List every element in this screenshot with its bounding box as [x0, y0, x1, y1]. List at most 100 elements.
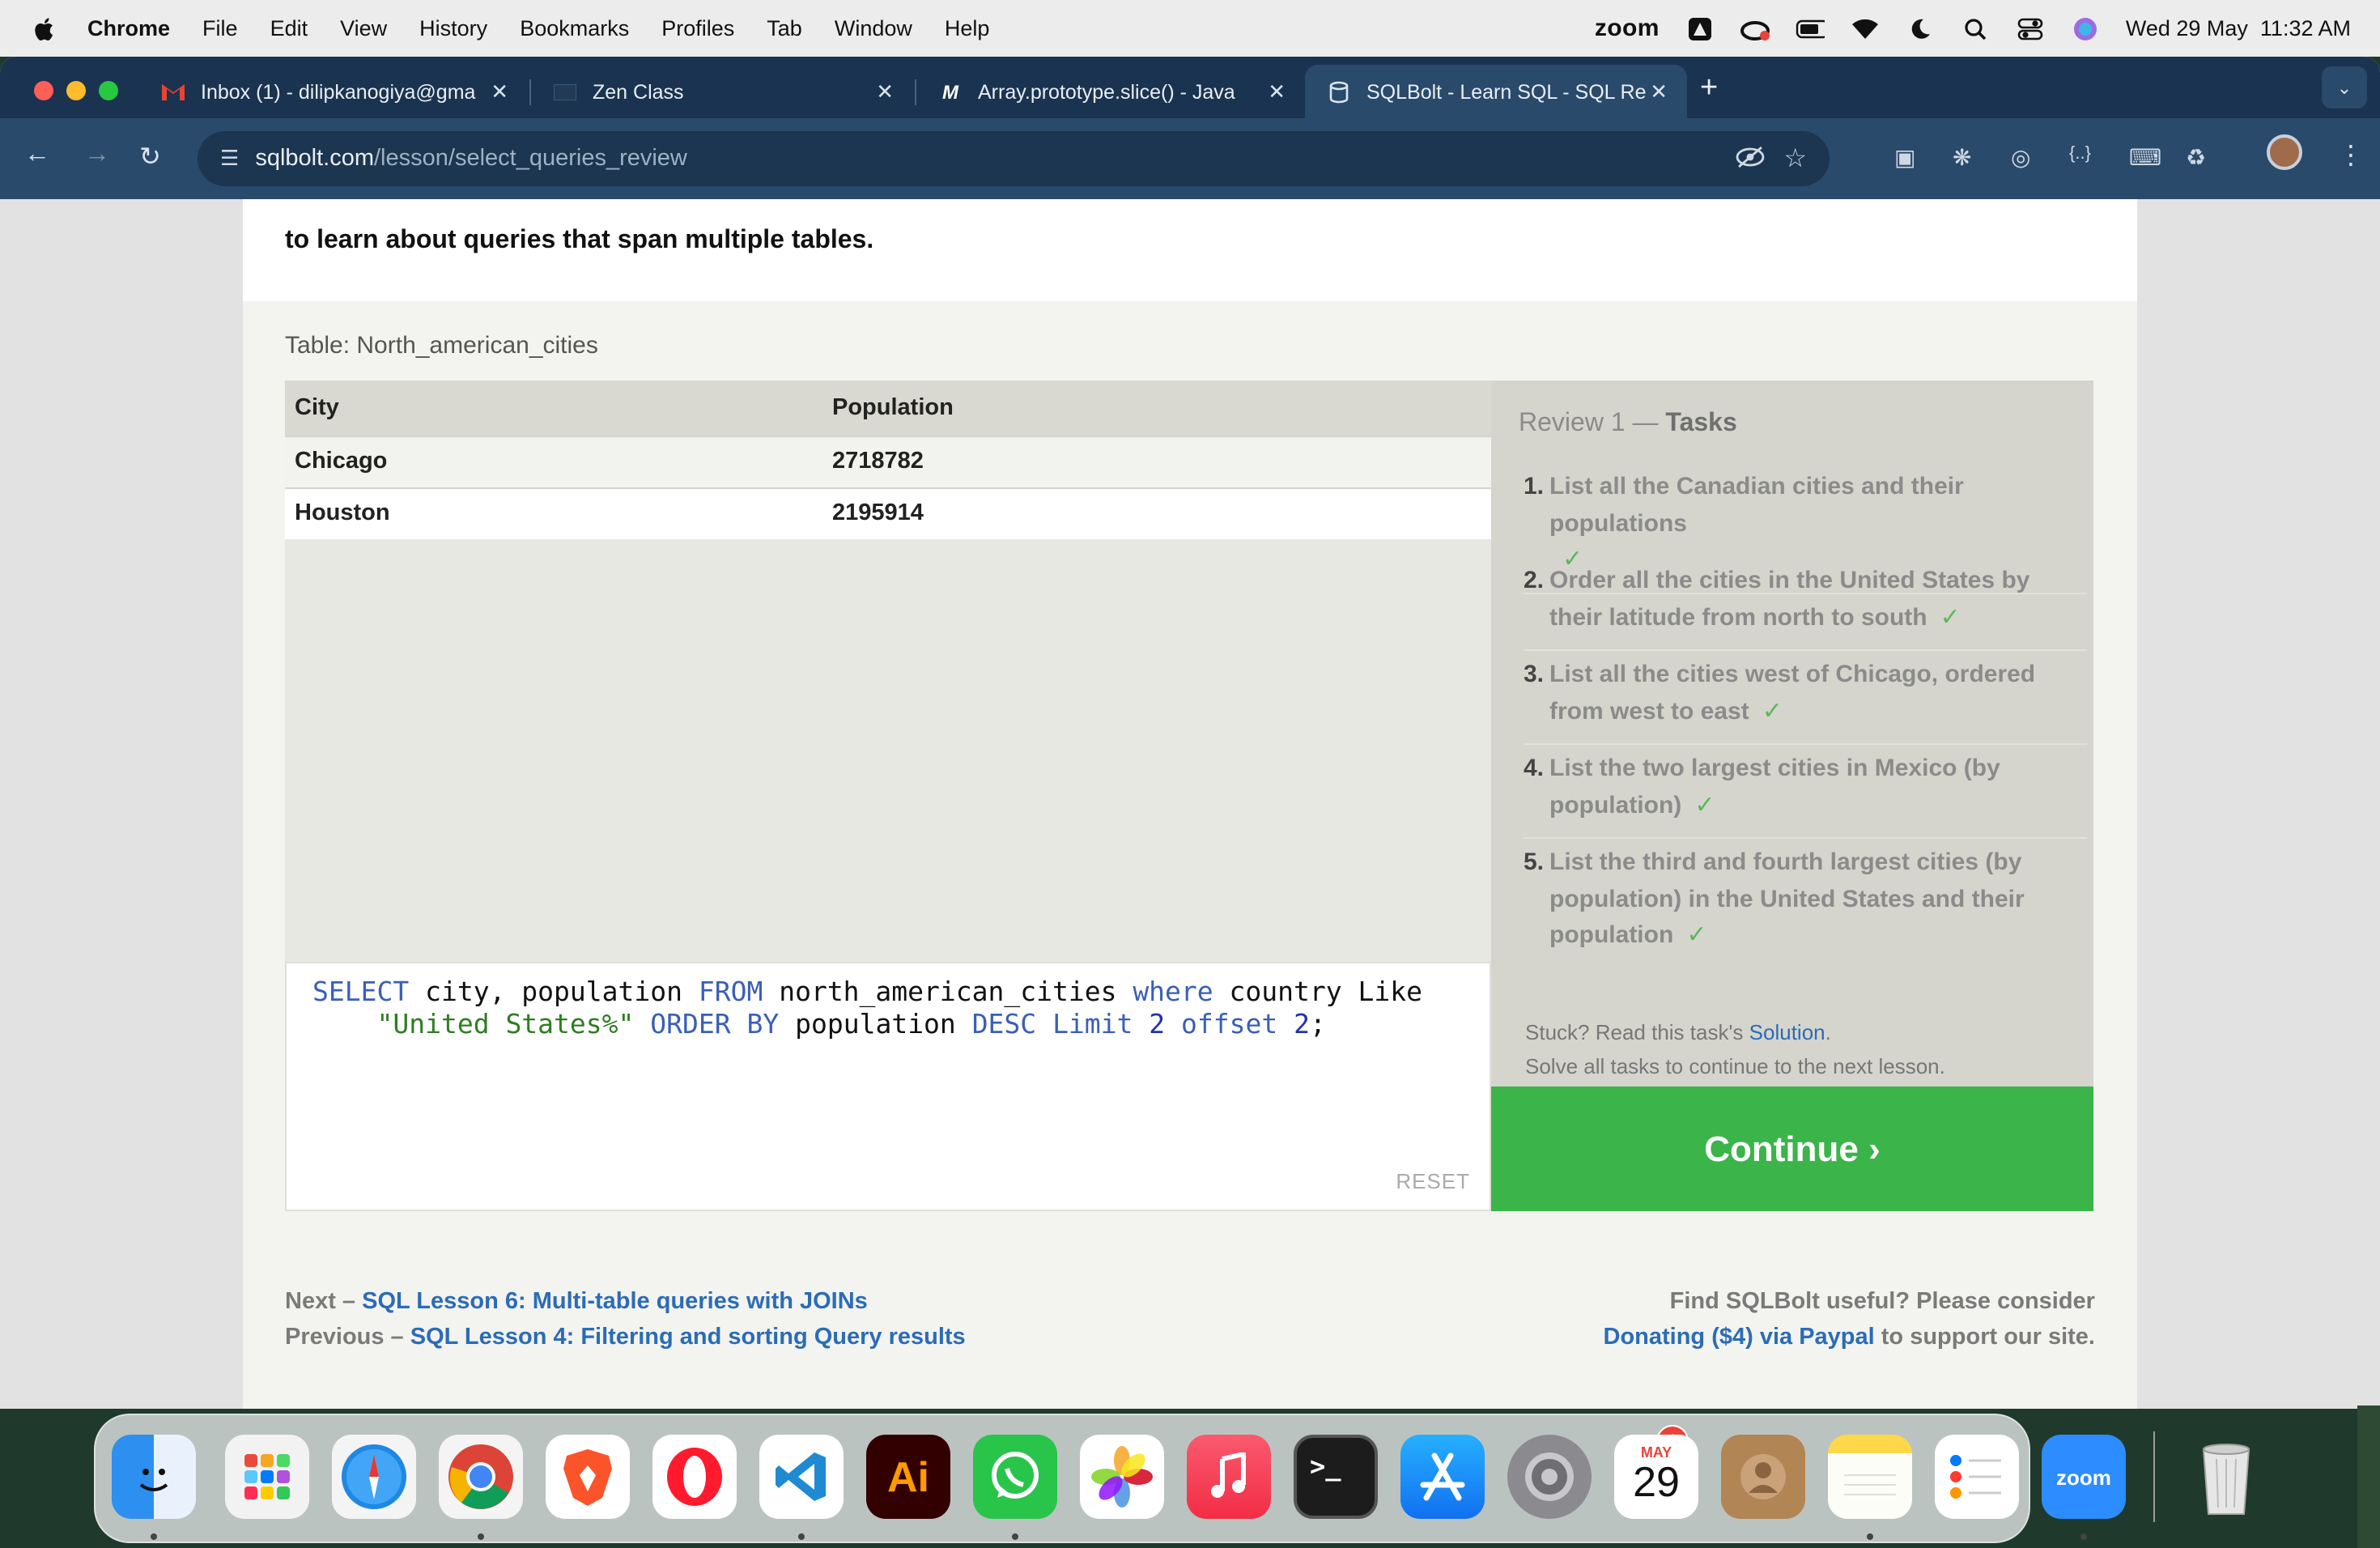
sql-keyword: FROM: [698, 976, 763, 1007]
reset-button[interactable]: RESET: [1396, 1169, 1470, 1193]
menu-view[interactable]: View: [340, 16, 387, 40]
solution-link[interactable]: Solution: [1749, 1020, 1825, 1044]
brave-icon[interactable]: [546, 1435, 630, 1519]
css-extension-icon[interactable]: ⌨: [2129, 144, 2161, 172]
sql-editor[interactable]: SELECT city, population FROM north_ameri…: [285, 962, 1491, 1211]
reminders-icon[interactable]: [1935, 1435, 2019, 1519]
menu-profiles[interactable]: Profiles: [661, 16, 734, 40]
camera-extension-icon[interactable]: ▣: [1894, 144, 1915, 172]
menu-history[interactable]: History: [419, 16, 487, 40]
spotlight-icon[interactable]: [1961, 15, 1990, 41]
safari-icon[interactable]: [332, 1435, 416, 1519]
donate-link[interactable]: Donating ($4) via Paypal: [1604, 1325, 1875, 1350]
checkmark-icon: ✓: [1940, 603, 1961, 631]
running-indicator: [1867, 1533, 1873, 1540]
menu-window[interactable]: Window: [835, 16, 912, 40]
react-extension-icon[interactable]: ❋: [1953, 144, 1971, 172]
finder-icon[interactable]: [112, 1435, 196, 1519]
creative-cloud-icon[interactable]: [1740, 15, 1770, 41]
eye-slash-icon[interactable]: [1736, 146, 1765, 173]
browser-toolbar: ← → ↻ ☰ sqlbolt.com/lesson/select_querie…: [0, 118, 2380, 199]
bookmark-star-icon[interactable]: ☆: [1783, 142, 1807, 175]
whatsapp-icon[interactable]: [973, 1435, 1057, 1519]
menu-app-name[interactable]: Chrome: [87, 16, 170, 40]
intro-line: to learn about queries that span multipl…: [285, 227, 874, 254]
contacts-icon[interactable]: [1721, 1435, 1805, 1519]
cell-population: 2195914: [832, 487, 1491, 539]
tab-search-chevron-icon[interactable]: ⌄: [2322, 66, 2367, 108]
launchpad-icon[interactable]: [225, 1435, 309, 1519]
calendar-icon[interactable]: MAY 29: [1614, 1435, 1698, 1519]
next-lesson-link[interactable]: SQL Lesson 6: Multi-table queries with J…: [362, 1289, 868, 1315]
url-text[interactable]: sqlbolt.com/lesson/select_queries_review: [255, 146, 687, 172]
gmail-icon: [162, 80, 185, 103]
opera-icon[interactable]: [652, 1435, 737, 1519]
support-line: Find SQLBolt useful? Please consider: [1669, 1289, 2095, 1315]
task-text: List the third and fourth largest cities…: [1549, 848, 2025, 949]
menu-tab[interactable]: Tab: [767, 16, 802, 40]
forward-arrow-icon[interactable]: →: [84, 141, 110, 170]
focus-moon-icon[interactable]: [1906, 15, 1935, 41]
extensions-puzzle-icon[interactable]: ♻: [2186, 144, 2206, 172]
tab-sqlbolt[interactable]: SQLBolt - Learn SQL - SQL Re ✕: [1305, 65, 1687, 118]
chrome-icon[interactable]: [439, 1435, 523, 1519]
profile-avatar[interactable]: [2267, 134, 2302, 170]
solve-all-note: Solve all tasks to continue to the next …: [1525, 1053, 1945, 1078]
tab-zen-class[interactable]: Zen Class ✕: [531, 65, 913, 118]
new-tab-icon[interactable]: +: [1700, 71, 1718, 107]
browser-window: Inbox (1) - dilipkanogiya@gma ✕ Zen Clas…: [0, 57, 2380, 1409]
menu-bookmarks[interactable]: Bookmarks: [520, 16, 629, 40]
menu-edit[interactable]: Edit: [270, 16, 308, 40]
task-item: 2. Order all the cities in the United St…: [1524, 563, 2087, 651]
tab-gmail[interactable]: Inbox (1) - dilipkanogiya@gma ✕: [139, 65, 528, 118]
previous-lesson-link[interactable]: SQL Lesson 4: Filtering and sorting Quer…: [410, 1325, 966, 1350]
clock[interactable]: Wed 29 May 11:32 AM: [2126, 16, 2351, 40]
illustrator-icon[interactable]: Ai: [866, 1435, 950, 1519]
continue-button[interactable]: Continue ›: [1491, 1087, 2093, 1211]
app-store-icon[interactable]: [1400, 1435, 1485, 1519]
battery-icon[interactable]: [1796, 15, 1825, 41]
site-settings-icon[interactable]: ☰: [220, 146, 239, 172]
menu-help[interactable]: Help: [945, 16, 990, 40]
music-icon[interactable]: [1187, 1435, 1271, 1519]
zoom-window-button[interactable]: [99, 81, 118, 100]
reload-icon[interactable]: ↻: [139, 141, 161, 173]
column-header-city: City: [285, 381, 832, 436]
trash-icon[interactable]: [2184, 1435, 2268, 1519]
apple-icon[interactable]: [32, 15, 58, 41]
calendar-day: 29: [1633, 1457, 1680, 1506]
address-bar[interactable]: ☰ sqlbolt.com/lesson/select_queries_revi…: [198, 131, 1830, 186]
tab-mdn[interactable]: M Array.prototype.slice() - Java ✕: [916, 65, 1305, 118]
zoom-icon[interactable]: zoom: [1595, 15, 1660, 42]
wifi-icon[interactable]: [1851, 15, 1880, 41]
close-window-button[interactable]: [34, 81, 53, 100]
close-tab-icon[interactable]: ✕: [1650, 79, 1668, 105]
photos-icon[interactable]: [1080, 1435, 1164, 1519]
menu-file[interactable]: File: [202, 16, 238, 40]
sql-query-text[interactable]: SELECT city, population FROM north_ameri…: [312, 976, 1478, 1041]
tasks-panel: Review 1 — Tasks 1. List all the Canadia…: [1491, 381, 2093, 1087]
task-number: 2.: [1524, 567, 1545, 594]
results-table: City Population Chicago 2718782 Houston: [285, 381, 1491, 539]
close-tab-icon[interactable]: ✕: [876, 79, 894, 105]
sql-keyword: ORDER BY: [650, 1009, 780, 1040]
notes-icon[interactable]: [1828, 1435, 1912, 1519]
sql-keyword: SELECT: [312, 976, 410, 1007]
target-extension-icon[interactable]: ◎: [2011, 144, 2030, 172]
system-settings-icon[interactable]: [1507, 1435, 1592, 1519]
more-menu-icon[interactable]: ⋮: [2338, 139, 2364, 172]
json-extension-icon[interactable]: {..}: [2069, 144, 2091, 164]
close-tab-icon[interactable]: ✕: [491, 79, 508, 105]
control-center-icon[interactable]: [2016, 15, 2045, 41]
close-tab-icon[interactable]: ✕: [1268, 79, 1286, 105]
siri-icon[interactable]: [2071, 15, 2100, 41]
minimize-window-button[interactable]: [66, 81, 86, 100]
back-arrow-icon[interactable]: ←: [24, 141, 50, 170]
cell-population: 2718782: [832, 435, 1491, 487]
task-number: 5.: [1524, 848, 1545, 876]
adobe-icon[interactable]: [1685, 15, 1715, 41]
sql-keyword: where: [1133, 976, 1213, 1007]
zoom-app-icon[interactable]: zoom: [2042, 1435, 2126, 1519]
vscode-icon[interactable]: [759, 1435, 844, 1519]
terminal-icon[interactable]: >_: [1294, 1435, 1378, 1519]
